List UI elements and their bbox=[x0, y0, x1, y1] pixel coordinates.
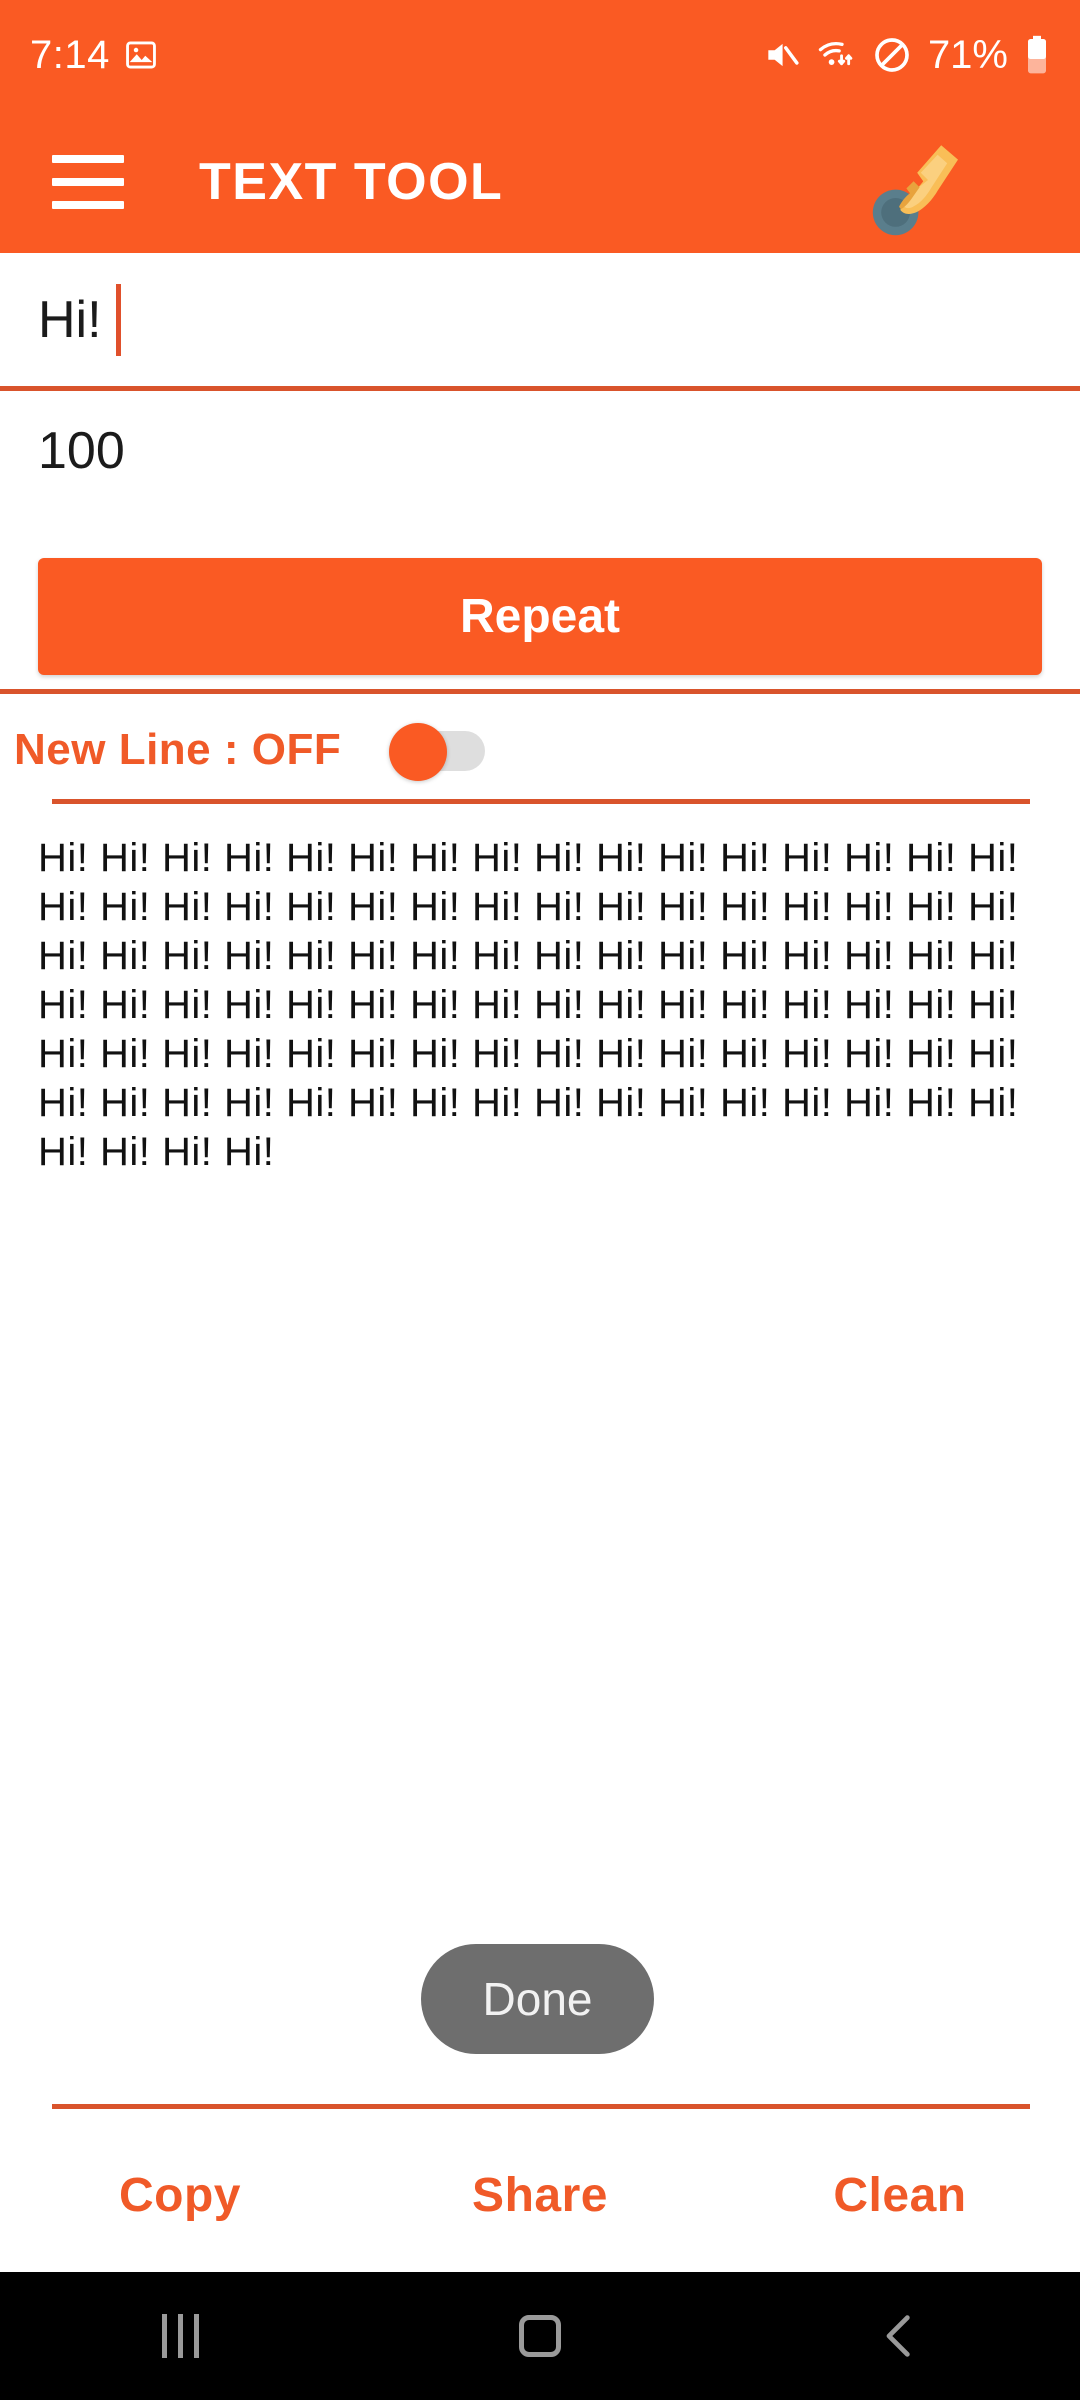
status-bar-left: 7:14 bbox=[30, 33, 158, 78]
count-input[interactable]: 100 bbox=[0, 391, 1080, 511]
repeat-button[interactable]: Repeat bbox=[38, 558, 1042, 675]
battery-percent: 71% bbox=[927, 32, 1008, 77]
divider-actions bbox=[52, 2104, 1030, 2109]
count-input-value: 100 bbox=[38, 422, 125, 480]
text-input[interactable]: Hi! bbox=[0, 253, 1080, 386]
share-button[interactable]: Share bbox=[360, 2168, 720, 2223]
hand-tap-icon[interactable] bbox=[850, 126, 970, 246]
divider-toggle bbox=[52, 799, 1030, 804]
text-cursor bbox=[115, 283, 121, 356]
done-button[interactable]: Done bbox=[421, 1944, 654, 2054]
app-bar: TEXT TOOL bbox=[0, 110, 1080, 253]
hamburger-menu-icon[interactable] bbox=[52, 154, 124, 209]
new-line-toggle[interactable] bbox=[389, 723, 486, 781]
android-nav-bar bbox=[0, 2272, 1080, 2400]
mute-icon bbox=[762, 36, 800, 74]
text-input-value: Hi! bbox=[38, 290, 102, 349]
clean-button[interactable]: Clean bbox=[720, 2168, 1080, 2223]
do-not-disturb-icon bbox=[872, 35, 912, 75]
new-line-label: New Line : OFF bbox=[14, 725, 342, 774]
status-bar: 7:14 71% bbox=[0, 0, 1080, 110]
page-title: TEXT TOOL bbox=[199, 152, 504, 211]
copy-button[interactable]: Copy bbox=[0, 2168, 360, 2223]
home-icon[interactable] bbox=[360, 2315, 720, 2357]
status-clock: 7:14 bbox=[30, 32, 110, 77]
app-screen: 7:14 71% TEXT TOOL Hi! 100 Repeat New Li… bbox=[0, 0, 1080, 2400]
battery-icon bbox=[1024, 35, 1050, 75]
output-text[interactable]: Hi! Hi! Hi! Hi! Hi! Hi! Hi! Hi! Hi! Hi! … bbox=[38, 834, 1042, 1894]
wifi-icon bbox=[816, 36, 856, 74]
divider-repeat bbox=[0, 689, 1080, 694]
recents-icon[interactable] bbox=[0, 2314, 360, 2358]
action-bar: Copy Share Clean bbox=[0, 2130, 1080, 2260]
status-bar-right: 71% bbox=[762, 33, 1050, 78]
new-line-row[interactable]: New Line : OFF bbox=[0, 700, 1080, 800]
image-icon bbox=[124, 38, 158, 72]
toggle-thumb bbox=[389, 723, 448, 781]
back-icon[interactable] bbox=[720, 2310, 1080, 2362]
